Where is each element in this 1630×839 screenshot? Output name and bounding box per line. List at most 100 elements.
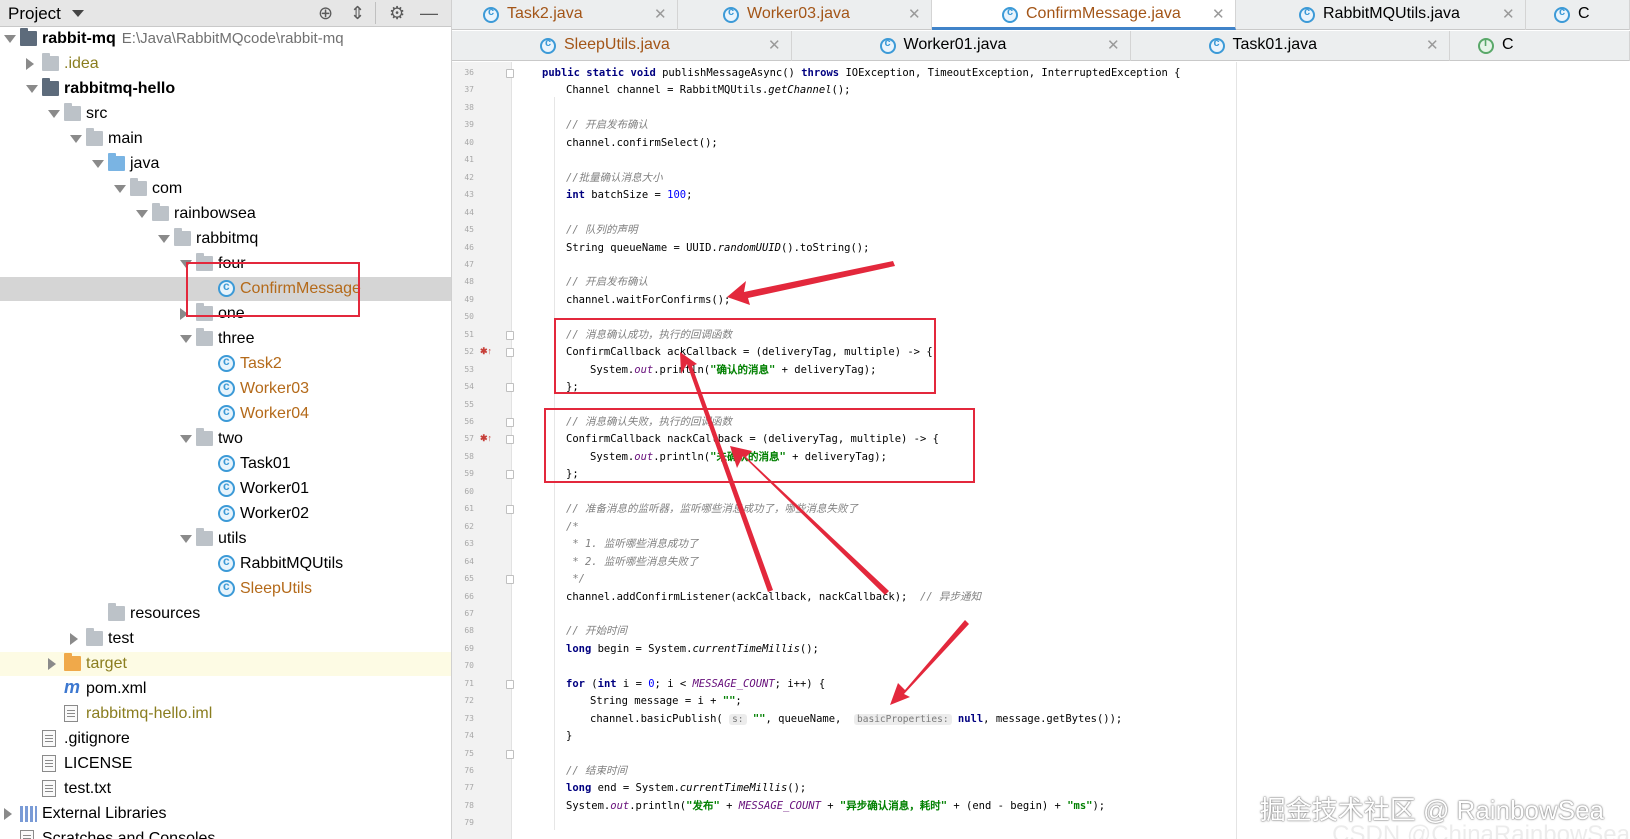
tree-row[interactable]: m pom.xml bbox=[0, 677, 451, 701]
chevron-down-icon[interactable] bbox=[72, 10, 84, 17]
chevron-down-icon[interactable] bbox=[48, 110, 60, 118]
lambda-gutter-icon[interactable]: ✱↑ bbox=[480, 346, 492, 357]
tree-row[interactable]: Scratches and Consoles bbox=[0, 827, 451, 839]
tree-row[interactable]: java bbox=[0, 152, 451, 176]
chevron-down-icon[interactable] bbox=[70, 135, 82, 143]
fold-marker-icon[interactable] bbox=[506, 470, 514, 480]
tree-row[interactable]: Worker01 bbox=[0, 477, 451, 501]
chevron-down-icon[interactable] bbox=[158, 235, 170, 243]
tree-row[interactable]: External Libraries bbox=[0, 802, 451, 826]
tree-row[interactable]: test.txt bbox=[0, 777, 451, 801]
tree-row[interactable]: .idea bbox=[0, 52, 451, 76]
tree-row[interactable]: LICENSE bbox=[0, 752, 451, 776]
code-token: + (end - begin) + bbox=[947, 799, 1068, 812]
fold-marker-icon[interactable] bbox=[506, 69, 514, 78]
chevron-right-icon[interactable] bbox=[4, 808, 12, 820]
tree-label: External Libraries bbox=[42, 804, 167, 824]
close-icon[interactable]: ✕ bbox=[768, 36, 781, 54]
project-view-selector[interactable]: Project bbox=[8, 4, 61, 24]
fold-marker-icon[interactable] bbox=[506, 679, 514, 689]
editor-tab[interactable]: C bbox=[1450, 31, 1630, 61]
editor-tab[interactable]: SleepUtils.java ✕ bbox=[452, 31, 792, 61]
tree-row[interactable]: src bbox=[0, 102, 451, 126]
tree-row[interactable]: SleepUtils bbox=[0, 577, 451, 601]
tree-row[interactable]: rabbitmq-hello.iml bbox=[0, 702, 451, 726]
gear-icon[interactable]: ⚙ bbox=[389, 3, 405, 23]
tree-row[interactable]: rabbit-mq E:\Java\RabbitMQcode\rabbit-mq bbox=[0, 27, 451, 51]
chevron-right-icon[interactable] bbox=[70, 633, 78, 645]
chevron-down-icon[interactable] bbox=[136, 210, 148, 218]
tree-row[interactable]: rabbitmq bbox=[0, 227, 451, 251]
editor-tab[interactable]: Worker03.java ✕ bbox=[678, 0, 932, 30]
collapse-all-icon[interactable]: ⇕ bbox=[350, 3, 365, 23]
tree-row[interactable]: four bbox=[0, 252, 451, 276]
editor-tab[interactable]: Task01.java ✕ bbox=[1131, 31, 1450, 61]
close-icon[interactable]: ✕ bbox=[1107, 36, 1120, 54]
lambda-gutter-icon[interactable]: ✱↑ bbox=[480, 433, 492, 444]
chevron-right-icon[interactable] bbox=[48, 658, 56, 670]
close-icon[interactable]: ✕ bbox=[908, 5, 921, 23]
fold-marker-icon[interactable] bbox=[506, 435, 514, 445]
line-number: 61 bbox=[464, 504, 474, 514]
fold-marker-icon[interactable] bbox=[506, 418, 514, 427]
tree-row[interactable]: main bbox=[0, 127, 451, 151]
code-editor[interactable]: 36 37 38 39 40 41 42 43 44 45 46 47 48 49 50 51 52 ✱↑ 53 54… bbox=[452, 62, 1630, 839]
close-icon[interactable]: ✕ bbox=[1426, 36, 1439, 54]
close-icon[interactable]: ✕ bbox=[1502, 5, 1515, 23]
tree-row[interactable]: com bbox=[0, 177, 451, 201]
editor-tab[interactable]: RabbitMQUtils.java ✕ bbox=[1236, 0, 1526, 30]
fold-marker-icon[interactable] bbox=[506, 505, 514, 515]
tree-row[interactable]: test bbox=[0, 627, 451, 651]
tree-label: SleepUtils bbox=[240, 579, 312, 599]
line-number: 50 bbox=[464, 312, 474, 322]
tree-row[interactable]: two bbox=[0, 427, 451, 451]
tree-row[interactable]: Task2 bbox=[0, 352, 451, 376]
chevron-down-icon[interactable] bbox=[180, 260, 192, 268]
chevron-down-icon[interactable] bbox=[4, 35, 16, 43]
chevron-down-icon[interactable] bbox=[92, 160, 104, 168]
hide-panel-icon[interactable]: — bbox=[420, 3, 438, 23]
tree-label-text: .gitignore bbox=[64, 730, 130, 747]
locate-icon[interactable]: ⊕ bbox=[318, 3, 333, 23]
chevron-down-icon[interactable] bbox=[114, 185, 126, 193]
chevron-down-icon[interactable] bbox=[26, 85, 38, 93]
tree-label: rabbitmq bbox=[196, 229, 258, 249]
tree-row[interactable]: resources bbox=[0, 602, 451, 626]
tree-label: Worker01 bbox=[240, 479, 309, 499]
tree-row[interactable]: Worker03 bbox=[0, 377, 451, 401]
editor-tab[interactable]: ConfirmMessage.java ✕ bbox=[932, 0, 1236, 30]
tree-row[interactable]: Worker02 bbox=[0, 502, 451, 526]
code-line: for (int i = 0; i < MESSAGE_COUNT; i++) … bbox=[566, 677, 825, 691]
editor-tab[interactable]: C bbox=[1526, 0, 1630, 30]
line-number: 67 bbox=[464, 608, 474, 618]
tree-row[interactable]: rabbitmq-hello bbox=[0, 77, 451, 101]
tree-label: pom.xml bbox=[86, 679, 146, 699]
tree-row[interactable]: target bbox=[0, 652, 451, 676]
close-icon[interactable]: ✕ bbox=[654, 5, 667, 23]
chevron-right-icon[interactable] bbox=[26, 58, 34, 70]
tree-row[interactable]: Worker04 bbox=[0, 402, 451, 426]
chevron-down-icon[interactable] bbox=[180, 335, 192, 343]
tree-row[interactable]: .gitignore bbox=[0, 727, 451, 751]
fold-marker-icon[interactable] bbox=[506, 749, 514, 759]
tree-row[interactable]: three bbox=[0, 327, 451, 351]
tree-row[interactable]: utils bbox=[0, 527, 451, 551]
fold-marker-icon[interactable] bbox=[506, 575, 514, 585]
tree-row[interactable]: rainbowsea bbox=[0, 202, 451, 226]
code-token: ); bbox=[1092, 799, 1106, 812]
chevron-down-icon[interactable] bbox=[180, 435, 192, 443]
close-icon[interactable]: ✕ bbox=[1212, 5, 1225, 23]
tree-row[interactable]: one bbox=[0, 302, 451, 326]
tree-row[interactable]: Task01 bbox=[0, 452, 451, 476]
chevron-down-icon[interactable] bbox=[180, 535, 192, 543]
fold-marker-icon[interactable] bbox=[506, 348, 514, 358]
tree-row[interactable]: RabbitMQUtils bbox=[0, 552, 451, 576]
fold-marker-icon[interactable] bbox=[506, 330, 514, 340]
line-number-gutter[interactable]: 36 37 38 39 40 41 42 43 44 45 46 47 48 49 50 51 52 ✱↑ 53 54… bbox=[452, 62, 514, 839]
fold-marker-icon[interactable] bbox=[506, 383, 514, 393]
editor-tab[interactable]: Worker01.java ✕ bbox=[792, 31, 1131, 61]
chevron-right-icon[interactable] bbox=[180, 308, 188, 320]
tree-row[interactable]: ConfirmMessage bbox=[0, 277, 451, 301]
watermark-faint: CSDN @ChinaRainbowSea bbox=[1332, 821, 1630, 839]
editor-tab[interactable]: Task2.java ✕ bbox=[452, 0, 678, 30]
